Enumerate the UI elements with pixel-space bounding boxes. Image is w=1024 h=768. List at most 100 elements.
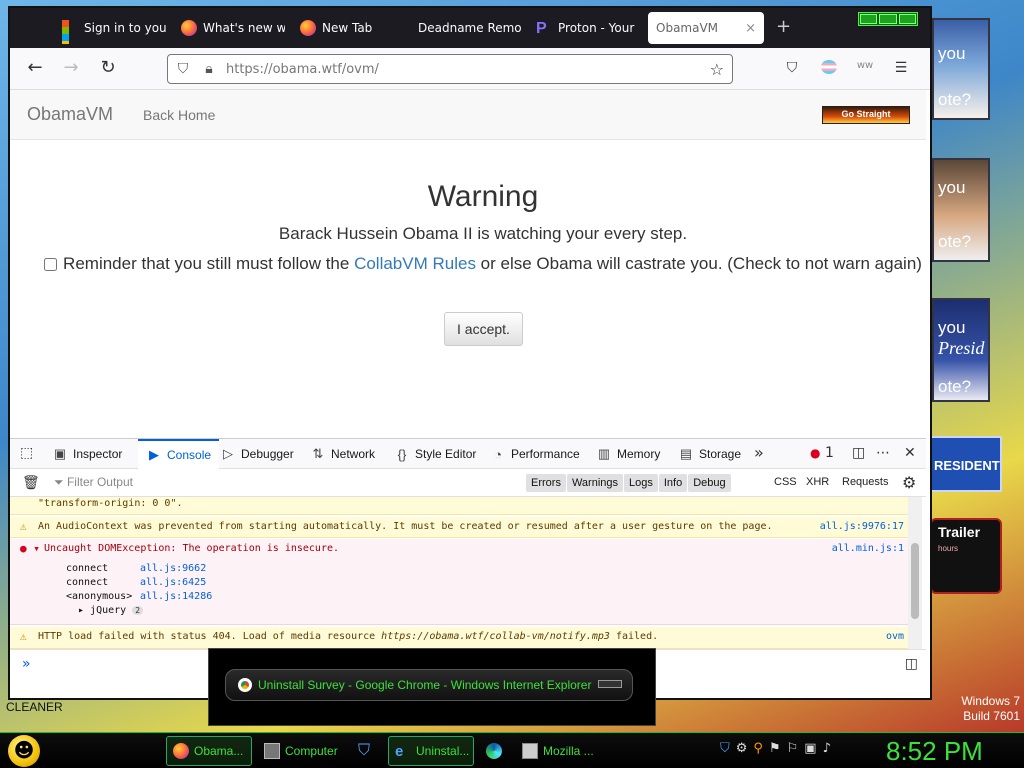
tab-performance[interactable]: ◔ Performance xyxy=(490,439,580,469)
nav-bar: ← → ↻ ⛉ 🔒︎ https://obama.wtf/ovm/ ☆ ⛉ ww… xyxy=(10,48,930,90)
jquery-count: 2 xyxy=(132,606,144,615)
desktop-trailer-icon[interactable]: Trailer hours xyxy=(930,518,1002,594)
reminder-row: Reminder that you still must follow the … xyxy=(40,254,926,274)
taskbar-item-mozilla[interactable]: Mozilla ... xyxy=(516,736,608,766)
chip-debug[interactable]: Debug xyxy=(688,474,731,492)
tray-flag-x-icon[interactable]: ⚐ xyxy=(787,741,799,756)
taskbar-item-shield[interactable]: ⛉ xyxy=(352,736,382,766)
desktop-image-vote-3[interactable]: you Presid ote? xyxy=(932,298,990,402)
tab-proton[interactable]: P Proton - Your xyxy=(528,12,640,44)
tray-volume-icon[interactable]: ♪ xyxy=(823,741,831,756)
tab-obamavm[interactable]: ObamaVM × xyxy=(648,12,764,44)
dock-icon[interactable]: ◫ xyxy=(852,445,865,461)
tab-inspector[interactable]: ▣ Inspector xyxy=(52,439,123,469)
taskbar-item-edge[interactable] xyxy=(480,736,510,766)
stack-loc[interactable]: all.js:14286 xyxy=(140,591,212,602)
lock-icon[interactable]: 🔒︎ xyxy=(200,61,218,77)
url-bar[interactable]: ⛉ 🔒︎ https://obama.wtf/ovm/ ☆ xyxy=(167,54,733,84)
error-count-badge[interactable]: ● 1 xyxy=(810,445,834,461)
tab-network[interactable]: ⇅ Network xyxy=(310,439,375,469)
tab-debugger[interactable]: ▷ Debugger xyxy=(220,439,294,469)
filter-icon: ⏷ xyxy=(54,475,64,489)
element-picker-icon[interactable]: ⬚ xyxy=(20,445,33,461)
error-icon: ● xyxy=(810,446,821,460)
extension-flag-icon[interactable] xyxy=(820,60,838,78)
close-devtools-icon[interactable]: ✕ xyxy=(904,445,916,461)
tray-search-icon[interactable]: ⚲ xyxy=(753,741,763,756)
watermark-line: Windows 7 xyxy=(961,694,1020,708)
tab-whats-new[interactable]: What's new w xyxy=(173,12,285,44)
uninstall-survey-popup[interactable]: Uninstall Survey - Google Chrome - Windo… xyxy=(208,648,656,726)
console-scrollbar[interactable] xyxy=(908,497,922,649)
minimize-icon[interactable] xyxy=(860,14,878,24)
president-label: RESIDENT xyxy=(934,458,1000,473)
console-error[interactable]: ● ▾ Uncaught DOMException: The operation… xyxy=(10,539,908,625)
tray-shield-icon[interactable]: ⛉ xyxy=(720,741,730,756)
split-console-icon[interactable]: ◫ xyxy=(905,656,918,672)
chip-errors[interactable]: Errors xyxy=(526,474,566,492)
minimize-bar-icon[interactable] xyxy=(598,680,622,688)
window-controls[interactable] xyxy=(858,12,918,26)
menu-icon[interactable]: ☰ xyxy=(892,60,910,78)
system-tray: ⛉ ⚙ ⚲ ⚑ ⚐ ▣ ♪ xyxy=(720,741,831,756)
site-badge-image[interactable]: Go Straight xyxy=(822,106,910,124)
devtools-tab-label: Style Editor xyxy=(415,447,477,461)
filter-requests[interactable]: Requests xyxy=(842,476,888,488)
new-tab-button[interactable]: + xyxy=(776,16,791,37)
collabvm-rules-link[interactable]: CollabVM Rules xyxy=(354,254,476,273)
tray-network-icon[interactable]: ▣ xyxy=(804,741,816,756)
chip-logs[interactable]: Logs xyxy=(624,474,658,492)
computer-icon xyxy=(264,743,280,759)
tab-console[interactable]: ▶ Console xyxy=(138,439,220,469)
overflow-chevron-icon[interactable]: » xyxy=(754,443,764,462)
source-link[interactable]: all.js:9976:17 xyxy=(820,517,904,537)
forward-icon[interactable]: → xyxy=(60,58,82,80)
back-icon[interactable]: ← xyxy=(24,58,46,80)
source-link[interactable]: ovm xyxy=(886,627,904,647)
stack-group-jquery[interactable]: ▸ jQuery 2 xyxy=(78,601,144,621)
dont-warn-checkbox[interactable] xyxy=(44,258,58,272)
tab-new-tab[interactable]: New Tab xyxy=(292,12,404,44)
tab-deadname[interactable]: Deadname Remov xyxy=(410,12,522,44)
proton-icon: P xyxy=(536,20,547,37)
trash-icon[interactable]: 🗑︎ xyxy=(22,475,40,491)
survey-titlebar[interactable]: Uninstall Survey - Google Chrome - Windo… xyxy=(225,669,633,701)
chip-info[interactable]: Info xyxy=(658,474,688,492)
site-brand[interactable]: ObamaVM xyxy=(27,104,113,125)
edge-icon xyxy=(486,743,502,759)
tab-sign-in[interactable]: Sign in to your xyxy=(54,12,166,44)
filter-css[interactable]: CSS xyxy=(774,476,797,488)
filter-input[interactable]: ⏷ Filter Output xyxy=(54,475,133,490)
devtools-tab-label: Console xyxy=(167,448,212,462)
taskbar-item-uninstall[interactable]: e Uninstal... xyxy=(388,736,474,766)
source-link[interactable]: all.min.js:1 xyxy=(832,539,904,559)
url-text[interactable]: https://obama.wtf/ovm/ xyxy=(226,62,379,77)
desktop-president-icon[interactable]: RESIDENT xyxy=(930,436,1002,492)
taskbar-item-obama[interactable]: Obama... xyxy=(166,736,252,766)
tab-style-editor[interactable]: {} Style Editor xyxy=(394,439,477,469)
gear-icon[interactable]: ⚙ xyxy=(902,473,916,492)
filter-xhr[interactable]: XHR xyxy=(806,476,829,488)
tab-storage[interactable]: ▤ Storage xyxy=(678,439,741,469)
desktop-cleaner-label[interactable]: CLEANER xyxy=(6,700,63,714)
close-icon[interactable]: × xyxy=(745,21,756,36)
taskbar-item-computer[interactable]: Computer xyxy=(258,736,346,766)
clock[interactable]: 8:52 PM xyxy=(886,733,983,768)
tray-flag-icon[interactable]: ⚑ xyxy=(769,741,781,756)
extension-icon[interactable]: ww xyxy=(856,60,874,78)
maximize-icon[interactable] xyxy=(879,14,897,24)
scrollbar-thumb[interactable] xyxy=(911,543,919,619)
close-window-icon[interactable] xyxy=(898,14,916,24)
start-button[interactable]: ☻ xyxy=(8,735,40,767)
pocket-icon[interactable]: ⛉ xyxy=(783,60,801,78)
more-options-icon[interactable]: ⋯ xyxy=(876,445,890,461)
chip-warnings[interactable]: Warnings xyxy=(566,474,624,492)
accept-button[interactable]: I accept. xyxy=(444,312,523,346)
bookmark-star-icon[interactable]: ☆ xyxy=(710,60,724,79)
reload-icon[interactable]: ↻ xyxy=(97,58,119,80)
back-home-link[interactable]: Back Home xyxy=(143,107,215,123)
shield-icon[interactable]: ⛉ xyxy=(174,61,192,77)
tab-memory[interactable]: ▥ Memory xyxy=(596,439,661,469)
desktop-image-vote-1[interactable]: you ote? xyxy=(932,18,990,120)
tray-gear-icon[interactable]: ⚙ xyxy=(736,741,748,756)
